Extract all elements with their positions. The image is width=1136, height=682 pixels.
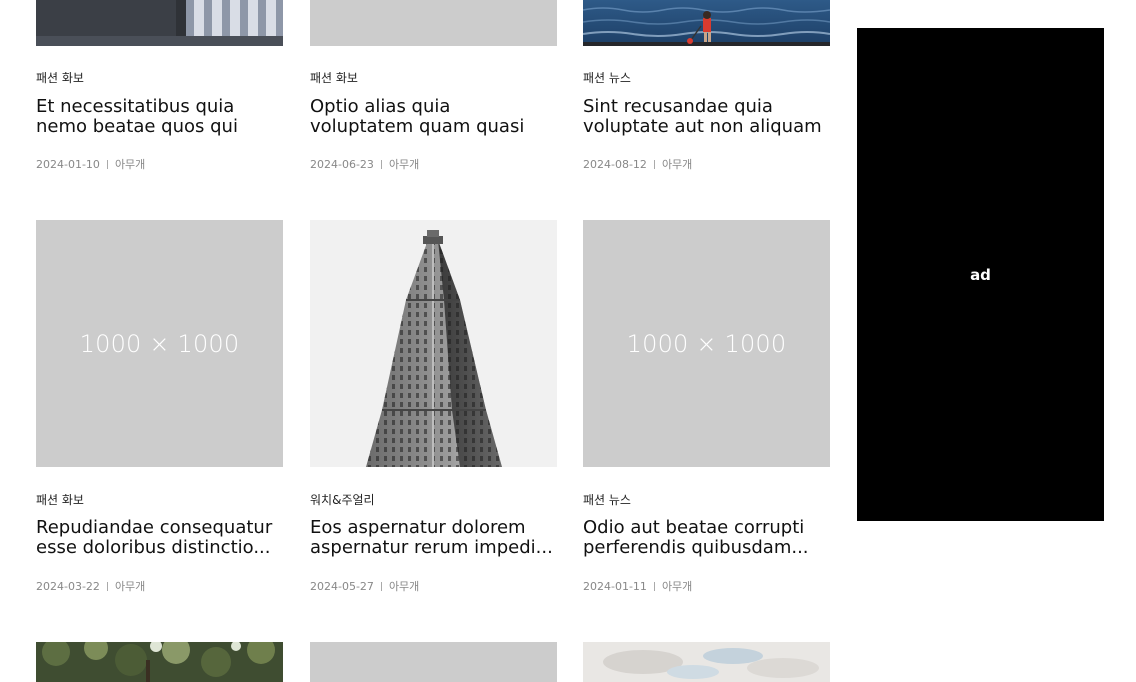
sea-child-image [583,0,830,46]
article-meta: 2024-01-10 아무개 [36,156,145,172]
article-category[interactable]: 패션 뉴스 [583,491,631,508]
article-thumbnail[interactable] [583,642,830,682]
article-author: 아무개 [114,580,146,593]
article-title[interactable]: Eos aspernatur dolorem aspernatur rerum … [310,518,557,558]
trees-image [36,642,283,682]
article-meta: 2024-03-22 아무개 [36,578,145,594]
article-author: 아무개 [661,580,693,593]
article-thumbnail[interactable] [36,0,283,46]
article-meta: 2024-05-27 아무개 [310,578,419,594]
article-author: 아무개 [388,158,420,171]
article-meta: 2024-06-23 아무개 [310,156,419,172]
article-thumbnail[interactable] [310,642,557,682]
meta-divider [653,582,655,591]
article-date: 2024-06-23 [310,158,374,171]
article-category[interactable]: 패션 화보 [310,69,358,86]
article-meta: 2024-01-11 아무개 [583,578,692,594]
article-date: 2024-03-22 [36,580,100,593]
article-thumbnail[interactable]: 1000 × 1000 [583,220,830,467]
ad-banner[interactable]: ad [857,28,1104,521]
article-category[interactable]: 패션 뉴스 [583,69,631,86]
article-thumbnail[interactable] [310,0,557,46]
article-date: 2024-01-10 [36,158,100,171]
window-blinds-image [36,0,283,46]
article-thumbnail[interactable]: 1000 × 1000 [36,220,283,467]
meta-divider [653,160,655,169]
meta-divider [380,160,382,169]
ad-label: ad [970,265,991,284]
article-thumbnail[interactable] [583,0,830,46]
article-author: 아무개 [661,158,693,171]
meta-divider [380,582,382,591]
article-thumbnail[interactable] [310,220,557,467]
article-meta: 2024-08-12 아무개 [583,156,692,172]
cloudy-sky-image [583,642,830,682]
article-category[interactable]: 패션 화보 [36,69,84,86]
article-category[interactable]: 패션 화보 [36,491,84,508]
article-title[interactable]: Sint recusandae quia voluptate aut non a… [583,97,830,137]
article-title[interactable]: Optio alias quia voluptatem quam quasi [310,97,557,137]
meta-divider [106,160,108,169]
article-category[interactable]: 워치&주얼리 [310,491,375,508]
meta-divider [106,582,108,591]
article-date: 2024-05-27 [310,580,374,593]
placeholder-label: 1000 × 1000 [626,329,787,358]
article-title[interactable]: Repudiandae consequatur esse doloribus d… [36,518,283,558]
article-date: 2024-08-12 [583,158,647,171]
article-title[interactable]: Odio aut beatae corrupti perferendis qui… [583,518,830,558]
article-title[interactable]: Et necessitatibus quia nemo beatae quos … [36,97,283,137]
flatiron-building-image [310,220,557,467]
article-author: 아무개 [114,158,146,171]
article-date: 2024-01-11 [583,580,647,593]
article-author: 아무개 [388,580,420,593]
placeholder-label: 1000 × 1000 [79,329,240,358]
article-thumbnail[interactable] [36,642,283,682]
